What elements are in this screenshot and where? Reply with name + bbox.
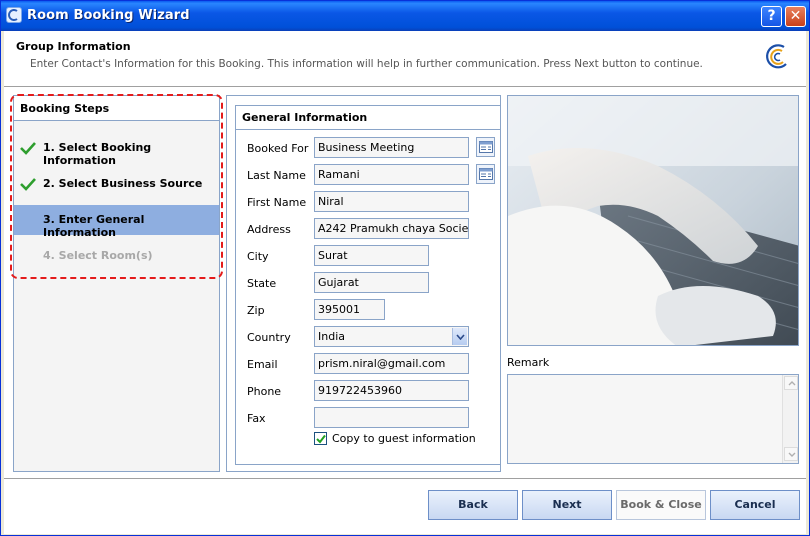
keyboard-photo: [507, 95, 799, 346]
card-icon: [479, 168, 493, 180]
email-field[interactable]: prism.niral@gmail.com: [314, 353, 469, 374]
general-information-panel: General Information Booked For Business …: [226, 95, 501, 472]
chevron-down-icon[interactable]: [452, 328, 467, 345]
country-select[interactable]: India: [314, 326, 469, 347]
scroll-up-icon[interactable]: [784, 376, 798, 390]
remark-scrollbar[interactable]: [782, 375, 798, 463]
country-label: Country: [247, 331, 291, 344]
title-bar: Room Booking Wizard ? ✕: [1, 1, 809, 31]
close-button[interactable]: ✕: [785, 6, 806, 27]
address-label: Address: [247, 223, 291, 236]
city-label: City: [247, 250, 269, 263]
app-logo-icon: [6, 7, 22, 23]
general-information-header: General Information: [236, 106, 500, 130]
general-information-title: General Information: [242, 111, 368, 124]
book-and-close-button: Book & Close: [616, 490, 706, 520]
back-button[interactable]: Back: [428, 490, 518, 520]
fax-field[interactable]: [314, 407, 469, 428]
state-field[interactable]: Gujarat: [314, 272, 429, 293]
remark-textarea[interactable]: [507, 374, 799, 464]
first-name-label: First Name: [247, 196, 307, 209]
country-selected-value: India: [318, 330, 345, 343]
wizard-content: Group Information Enter Contact's Inform…: [4, 31, 806, 534]
page-title: Group Information: [16, 40, 131, 53]
checkmark-icon: [316, 434, 326, 444]
last-name-label: Last Name: [247, 169, 306, 182]
page-subtitle: Enter Contact's Information for this Boo…: [30, 58, 703, 70]
first-name-field[interactable]: Niral: [314, 191, 469, 212]
address-field[interactable]: A242 Pramukh chaya Society: [314, 218, 469, 239]
copy-to-guest-checkbox[interactable]: [314, 432, 327, 445]
steps-highlight-box: [10, 94, 223, 279]
copy-to-guest-label[interactable]: Copy to guest information: [332, 432, 476, 445]
footer-divider: [4, 478, 806, 479]
booked-for-label: Booked For: [247, 142, 309, 155]
window-title: Room Booking Wizard: [27, 8, 190, 23]
remark-label: Remark: [507, 356, 550, 369]
wizard-window: Room Booking Wizard ? ✕ Group Informatio…: [0, 0, 810, 536]
phone-label: Phone: [247, 385, 282, 398]
page-header: Group Information Enter Contact's Inform…: [4, 31, 806, 86]
zip-label: Zip: [247, 304, 265, 317]
card-icon: [479, 141, 493, 153]
help-button[interactable]: ?: [761, 6, 782, 27]
fax-label: Fax: [247, 412, 266, 425]
last-name-field[interactable]: Ramani: [314, 164, 469, 185]
zip-field[interactable]: 395001: [314, 299, 385, 320]
city-field[interactable]: Surat: [314, 245, 429, 266]
cancel-button[interactable]: Cancel: [710, 490, 800, 520]
brand-logo-icon: [762, 42, 792, 72]
header-divider: [4, 86, 806, 87]
email-label: Email: [247, 358, 278, 371]
next-button[interactable]: Next: [522, 490, 612, 520]
state-label: State: [247, 277, 277, 290]
general-information-group: General Information Booked For Business …: [235, 105, 500, 465]
booked-for-lookup-button[interactable]: [476, 137, 495, 157]
scroll-down-icon[interactable]: [784, 447, 798, 461]
phone-field[interactable]: 919722453960: [314, 380, 469, 401]
last-name-lookup-button[interactable]: [476, 164, 495, 184]
booked-for-field[interactable]: Business Meeting: [314, 137, 469, 158]
